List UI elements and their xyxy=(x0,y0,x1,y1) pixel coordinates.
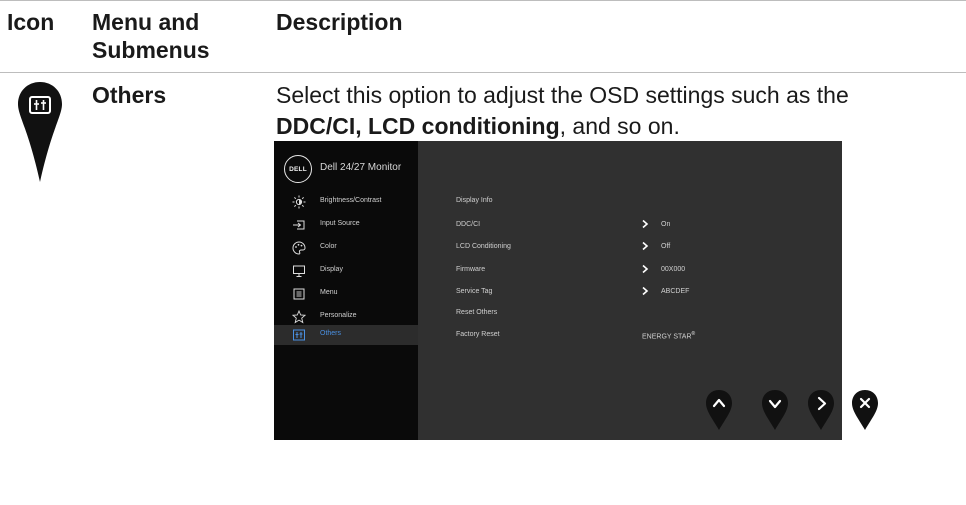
table-header-rule xyxy=(0,72,966,73)
energy-star-mark: ® xyxy=(691,331,696,337)
osd-row-reset-others[interactable]: Reset Others xyxy=(456,309,497,316)
osd-row-factory-reset[interactable]: Factory Reset xyxy=(456,331,500,338)
osd-menu-item-label: Personalize xyxy=(320,312,357,319)
chevron-right-icon xyxy=(642,241,649,251)
up-button[interactable] xyxy=(704,388,734,432)
description-text: Select this option to adjust the OSD set… xyxy=(276,82,849,108)
osd-menu-item-input-source[interactable]: Input Source xyxy=(274,215,418,235)
osd-value-firmware: 00X000 xyxy=(661,266,686,273)
osd-menu-item-label: Display xyxy=(320,266,343,273)
menu-icon xyxy=(293,288,305,300)
osd-row-display-info[interactable]: Display Info xyxy=(456,197,493,204)
header-menu-column: Menu and Submenus xyxy=(92,9,210,63)
osd-row-firmware[interactable]: Firmware xyxy=(456,266,485,273)
osd-menu-item-personalize[interactable]: Personalize xyxy=(274,307,418,327)
energy-star-text: ENERGY STAR xyxy=(642,333,692,341)
osd-row-ddc-ci[interactable]: DDC/CI xyxy=(456,221,480,228)
header-description-column: Description xyxy=(276,9,403,35)
others-icon xyxy=(293,329,305,341)
osd-menu-item-color[interactable]: Color xyxy=(274,238,418,258)
right-button[interactable] xyxy=(806,388,836,432)
osd-menu-item-label: Brightness/Contrast xyxy=(320,197,382,204)
osd-row-lcd-conditioning[interactable]: LCD Conditioning xyxy=(456,243,511,250)
osd-sidebar: DELL Dell 24/27 Monitor Brightness/Contr… xyxy=(274,141,418,440)
osd-value-lcd-conditioning: Off xyxy=(661,243,671,250)
description-bold-text: DDC/CI, LCD conditioning xyxy=(276,113,560,139)
color-palette-icon xyxy=(292,241,306,255)
display-monitor-icon xyxy=(293,265,305,277)
section-description: Select this option to adjust the OSD set… xyxy=(276,80,956,142)
section-name: Others xyxy=(92,82,167,108)
osd-menu-item-display[interactable]: Display xyxy=(274,261,418,281)
others-icon xyxy=(18,82,62,182)
osd-value-ddc-ci: On xyxy=(661,221,671,228)
osd-menu-item-label: Color xyxy=(320,243,337,250)
down-button[interactable] xyxy=(760,388,790,432)
header-icon-column: Icon xyxy=(7,9,55,35)
dell-logo: DELL xyxy=(284,155,312,183)
chevron-right-icon xyxy=(642,286,649,296)
chevron-right-icon xyxy=(642,264,649,274)
brightness-icon xyxy=(292,195,306,209)
osd-menu-item-brightness-contrast[interactable]: Brightness/Contrast xyxy=(274,192,418,212)
osd-menu-item-label: Menu xyxy=(320,289,338,296)
chevron-right-icon xyxy=(642,219,649,229)
osd-title: Dell 24/27 Monitor xyxy=(320,162,402,173)
osd-menu: DELL Dell 24/27 Monitor Brightness/Contr… xyxy=(274,141,842,440)
osd-menu-item-label: Input Source xyxy=(320,220,360,227)
exit-button[interactable] xyxy=(850,388,880,432)
star-icon xyxy=(292,310,306,324)
energy-star-label: ENERGY STAR® xyxy=(642,331,695,340)
description-suffix-text: , and so on. xyxy=(559,113,680,139)
osd-menu-item-menu[interactable]: Menu xyxy=(274,284,418,304)
osd-row-service-tag[interactable]: Service Tag xyxy=(456,288,492,295)
table-top-rule xyxy=(0,0,966,1)
osd-value-service-tag: ABCDEF xyxy=(661,288,690,295)
input-source-icon xyxy=(293,220,305,230)
osd-menu-item-others[interactable]: Others xyxy=(274,325,418,345)
osd-menu-item-label: Others xyxy=(320,330,342,337)
